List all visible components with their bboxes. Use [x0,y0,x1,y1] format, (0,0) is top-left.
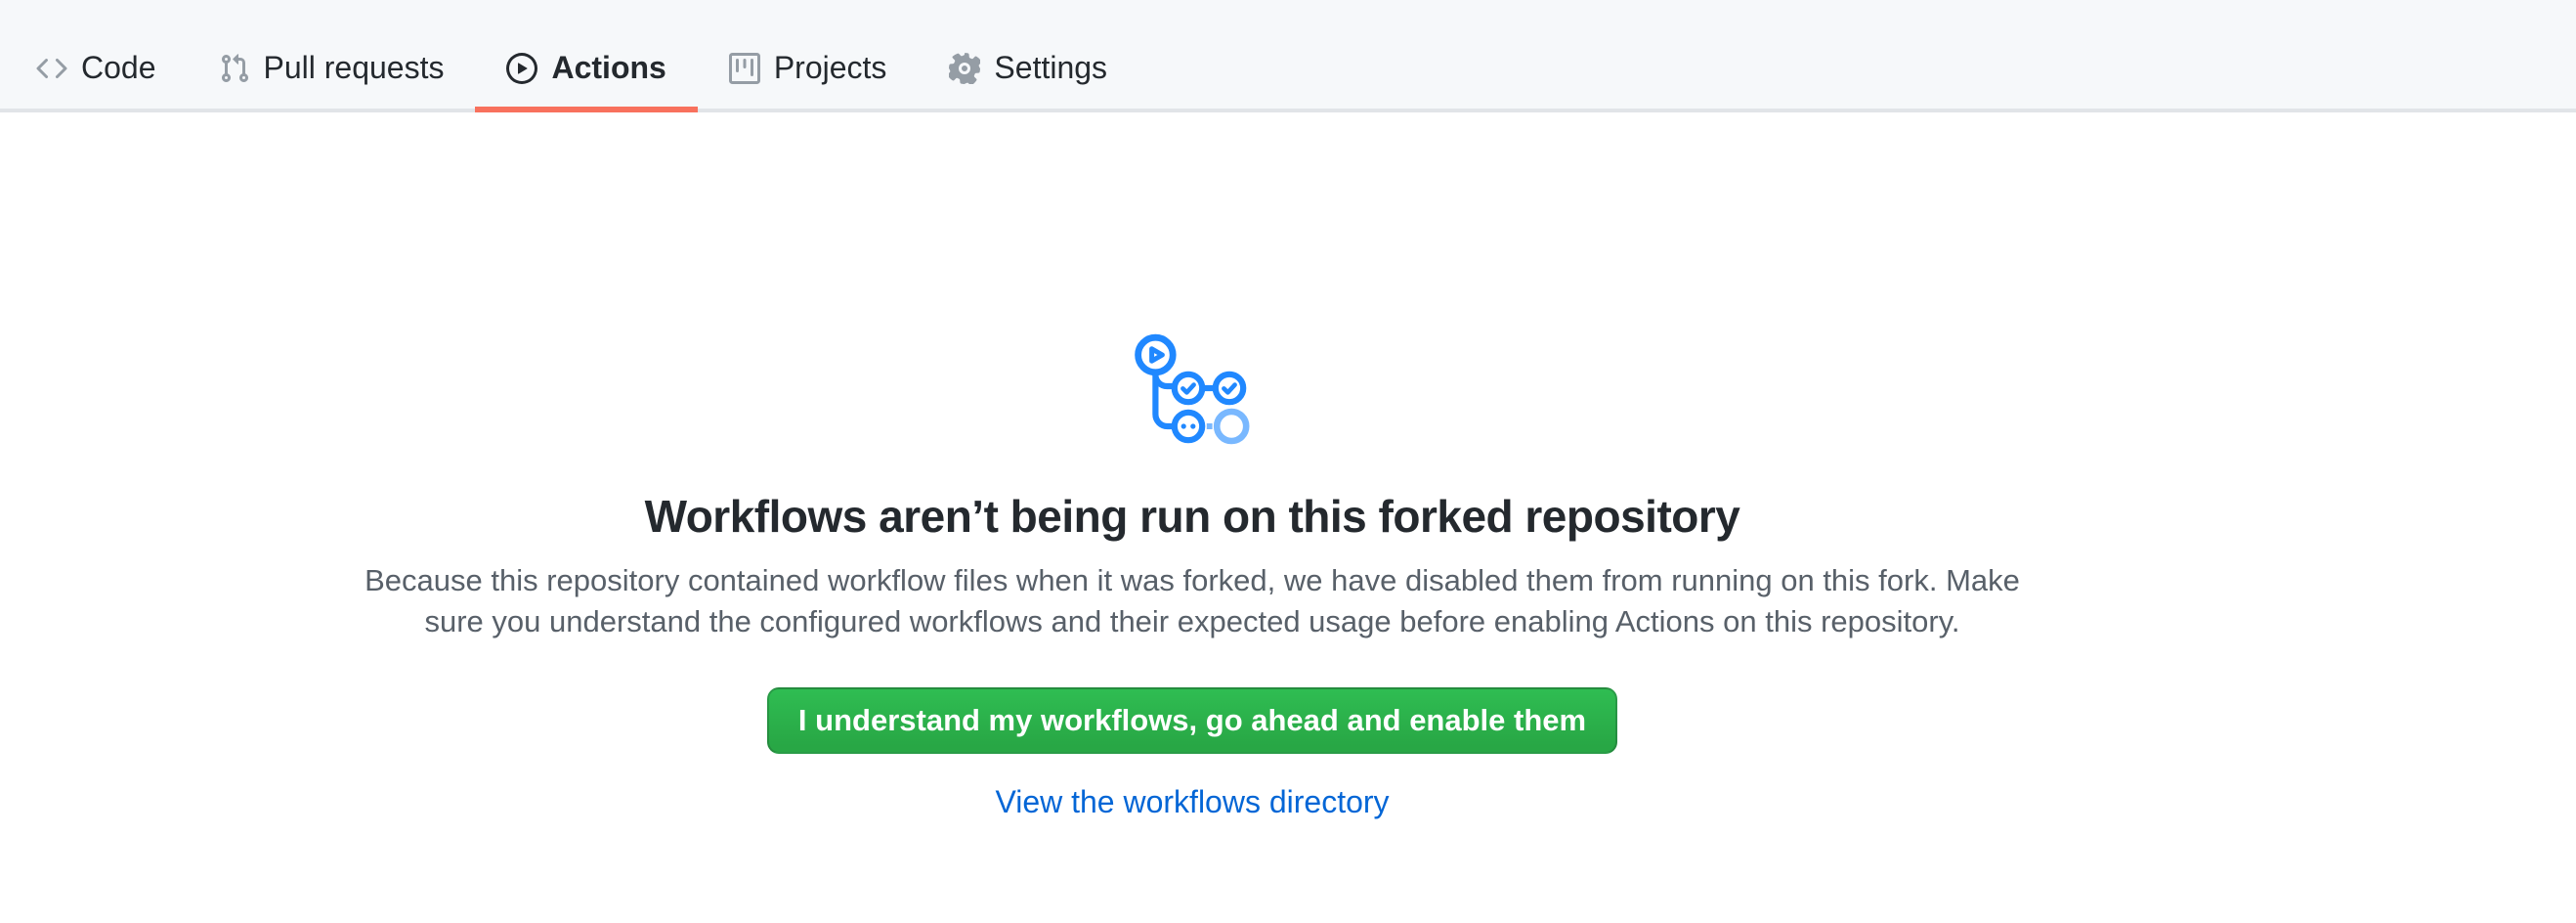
repo-tab-bar: Code Pull requests Actions Projects [0,0,2576,112]
tab-label-projects: Projects [774,50,887,86]
tab-pull-requests[interactable]: Pull requests [188,0,476,112]
description-line-1: Because this repository contained workfl… [365,563,2020,597]
project-icon [729,53,760,84]
code-icon [36,53,67,84]
tab-code[interactable]: Code [5,0,188,112]
actions-blankslate: Workflows aren’t being run on this forke… [0,112,2384,820]
tab-actions[interactable]: Actions [475,0,697,112]
tab-label-actions: Actions [551,50,665,86]
description-line-2: sure you understand the configured workf… [424,604,1959,638]
pull-request-icon [219,53,250,84]
page-title: Workflows aren’t being run on this forke… [645,488,1740,545]
view-workflows-directory-link[interactable]: View the workflows directory [995,783,1389,820]
description: Because this repository contained workfl… [365,560,2020,642]
tab-label-settings: Settings [994,50,1107,86]
tab-settings[interactable]: Settings [918,0,1138,112]
tab-label-pull-requests: Pull requests [264,50,445,86]
tab-projects[interactable]: Projects [698,0,919,112]
enable-workflows-button[interactable]: I understand my workflows, go ahead and … [767,687,1617,754]
gear-icon [949,53,980,84]
workflow-graph-icon [1135,333,1250,445]
tab-label-code: Code [81,50,156,86]
play-icon [506,53,537,84]
